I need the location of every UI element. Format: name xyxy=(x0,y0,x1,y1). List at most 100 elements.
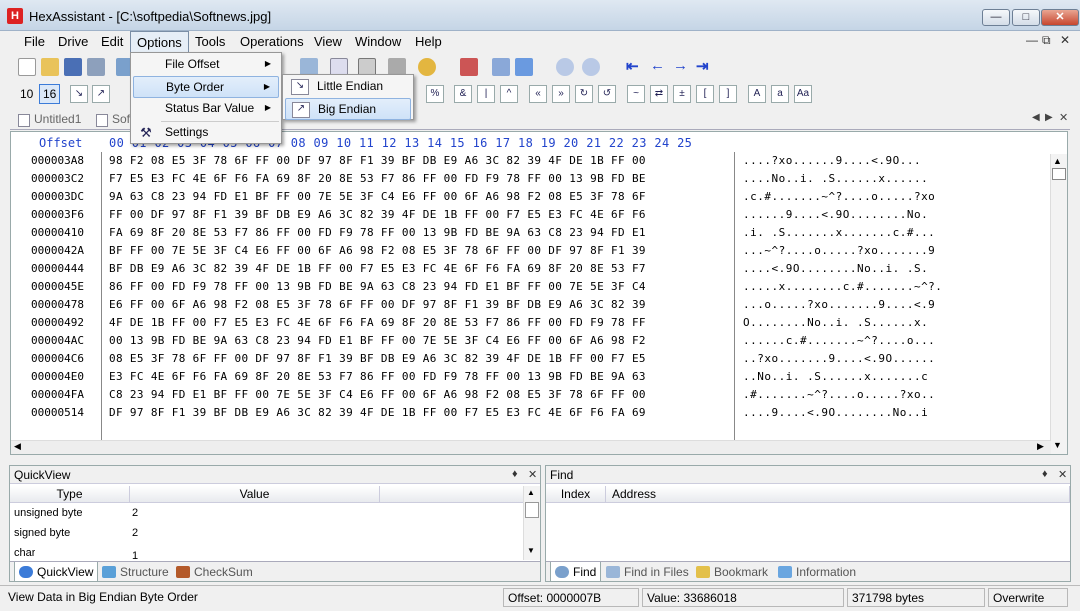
shift-right-icon[interactable]: » xyxy=(552,85,570,103)
scroll-thumb[interactable] xyxy=(525,502,539,518)
go-forward-icon[interactable]: → xyxy=(673,57,688,74)
hex-row[interactable]: 000003DC 9A 63 C8 23 94 FD E1 BF FF 00 7E… xyxy=(11,188,1051,206)
hex-row-ascii[interactable]: ....No..i. .S......x...... xyxy=(743,170,928,188)
tab-softnews[interactable]: Sof xyxy=(94,112,130,130)
tab-checksum[interactable]: CheckSum xyxy=(172,562,257,582)
hex-row-bytes[interactable]: C8 23 94 FD E1 BF FF 00 7E 5E 3F C4 E6 F… xyxy=(109,386,646,404)
hex-row[interactable]: 000003F6 FF 00 DF 97 8F F1 39 BF DB E9 A6… xyxy=(11,206,1051,224)
tab-untitled1[interactable]: Untitled1 xyxy=(16,112,81,130)
big-endian-icon[interactable]: ↗ xyxy=(92,85,110,103)
scroll-down-icon[interactable]: ▼ xyxy=(527,546,535,555)
hex-editor-view[interactable]: Offset 00 01 02 03 04 05 06 07 08 09 10 … xyxy=(10,131,1068,455)
menu-window[interactable]: Window xyxy=(355,34,401,49)
open-folder-icon[interactable] xyxy=(41,58,59,76)
search-next-icon[interactable] xyxy=(582,58,600,76)
base-10-button[interactable]: 10 xyxy=(20,87,33,101)
little-endian-icon[interactable]: ↘ xyxy=(70,85,88,103)
hex-row-ascii[interactable]: .c.#.......~^?....o.....?xo xyxy=(743,188,935,206)
hex-row-ascii[interactable]: ......c.#.......~^?....o... xyxy=(743,332,935,350)
hex-row[interactable]: 000004C6 08 E5 3F 78 6F FF 00 DF 97 8F F1… xyxy=(11,350,1051,368)
hex-row-ascii[interactable]: ...o.....?xo.......9....<.9 xyxy=(743,296,935,314)
hex-row-bytes[interactable]: F7 E5 E3 FC 4E 6F F6 FA 69 8F 20 8E 53 F… xyxy=(109,170,646,188)
base-16-button[interactable]: 16 xyxy=(39,84,61,104)
tab-close-icon[interactable]: ✕ xyxy=(1059,111,1068,124)
scroll-down-icon[interactable]: ▼ xyxy=(1053,440,1062,450)
vertical-scrollbar[interactable]: ▲ ▼ xyxy=(1050,154,1067,454)
scroll-thumb[interactable] xyxy=(1052,168,1066,180)
briefcase-icon[interactable] xyxy=(460,58,478,76)
lowercase-icon[interactable]: a xyxy=(771,85,789,103)
menu-options[interactable]: Options xyxy=(130,31,189,53)
hex-row-bytes[interactable]: E3 FC 4E 6F F6 FA 69 8F 20 8E 53 F7 86 F… xyxy=(109,368,646,386)
hex-row[interactable]: 00000410 FA 69 8F 20 8E 53 F7 86 FF 00 FD… xyxy=(11,224,1051,242)
hex-row-bytes[interactable]: E6 FF 00 6F A6 98 F2 08 E5 3F 78 6F FF 0… xyxy=(109,296,646,314)
percent-icon[interactable]: % xyxy=(426,85,444,103)
menu-drive[interactable]: Drive xyxy=(58,34,88,49)
hex-row-ascii[interactable]: .i. .S.......x.......c.#... xyxy=(743,224,935,242)
hex-row-ascii[interactable]: ....<.9O........No..i. .S. xyxy=(743,260,928,278)
hex-row-bytes[interactable]: DF 97 8F F1 39 BF DB E9 A6 3C 82 39 4F D… xyxy=(109,404,646,422)
horizontal-scrollbar[interactable]: ◀ ▶ xyxy=(11,440,1051,454)
hex-row-ascii[interactable]: ..No..i. .S......x.......c xyxy=(743,368,928,386)
invert-icon[interactable]: ~ xyxy=(627,85,645,103)
help-icon[interactable] xyxy=(418,58,436,76)
hex-row-ascii[interactable]: ....9....<.9O........No..i xyxy=(743,404,928,422)
or-icon[interactable]: | xyxy=(477,85,495,103)
address-column-header[interactable]: Address xyxy=(606,486,1070,503)
hex-row[interactable]: 0000042A BF FF 00 7E 5E 3F C4 E6 FF 00 6F… xyxy=(11,242,1051,260)
hex-row[interactable]: 000003A8 98 F2 08 E5 3F 78 6F FF 00 DF 97… xyxy=(11,152,1051,170)
menu-item-settings[interactable]: ⚒ Settings xyxy=(133,122,279,144)
hex-row[interactable]: 000004AC 00 13 9B FD BE 9A 63 C8 23 94 FD… xyxy=(11,332,1051,350)
tab-information[interactable]: Information xyxy=(774,562,860,582)
uppercase-icon[interactable]: A xyxy=(748,85,766,103)
pin-icon[interactable]: ♦ xyxy=(1042,468,1048,480)
and-icon[interactable]: & xyxy=(454,85,472,103)
hex-row-ascii[interactable]: ....?xo......9....<.9O... xyxy=(743,152,921,170)
menu-item-status-bar-value[interactable]: Status Bar Value ▶ xyxy=(133,98,279,120)
hex-row-bytes[interactable]: BF DB E9 A6 3C 82 39 4F DE 1B FF 00 F7 E… xyxy=(109,260,646,278)
rotate-right-icon[interactable]: ↺ xyxy=(598,85,616,103)
new-file-icon[interactable] xyxy=(18,58,36,76)
hex-row-ascii[interactable]: O........No..i. .S......x. xyxy=(743,314,928,332)
toggle-case-icon[interactable]: Aa xyxy=(794,85,812,103)
hex-row-bytes[interactable]: 08 E5 3F 78 6F FF 00 DF 97 8F F1 39 BF D… xyxy=(109,350,646,368)
index-column-header[interactable]: Index xyxy=(546,486,606,503)
pin-icon[interactable]: ♦ xyxy=(512,468,518,480)
bracket-right-icon[interactable]: ] xyxy=(719,85,737,103)
menu-item-little-endian[interactable]: ↘ Little Endian xyxy=(285,76,411,98)
menu-item-file-offset[interactable]: File Offset ▶ xyxy=(133,54,279,76)
menu-operations[interactable]: Operations xyxy=(240,34,304,49)
mdi-close-icon[interactable]: ✕ xyxy=(1060,33,1070,47)
tab-scroll-left-icon[interactable]: ◀ xyxy=(1032,112,1040,123)
hex-row-bytes[interactable]: 9A 63 C8 23 94 FD E1 BF FF 00 7E 5E 3F C… xyxy=(109,188,646,206)
menu-item-big-endian[interactable]: ↗ Big Endian xyxy=(285,98,411,120)
hex-row[interactable]: 00000478 E6 FF 00 6F A6 98 F2 08 E5 3F 78… xyxy=(11,296,1051,314)
document-icon[interactable] xyxy=(492,58,510,76)
hex-row[interactable]: 00000514 DF 97 8F F1 39 BF DB E9 A6 3C 82… xyxy=(11,404,1051,422)
value-column-header[interactable]: Value xyxy=(130,486,380,503)
quickview-scrollbar[interactable]: ▲ ▼ xyxy=(523,486,540,560)
negate-icon[interactable]: ± xyxy=(673,85,691,103)
hex-row-ascii[interactable]: ......9....<.9O........No. xyxy=(743,206,928,224)
bookmark-icon[interactable] xyxy=(515,58,533,76)
scroll-up-icon[interactable]: ▲ xyxy=(1053,156,1062,166)
hex-row-bytes[interactable]: FA 69 8F 20 8E 53 F7 86 FF 00 FD F9 78 F… xyxy=(109,224,646,242)
mdi-minimize-icon[interactable]: — xyxy=(1026,33,1038,47)
close-button[interactable]: ✕ xyxy=(1041,9,1079,26)
go-first-icon[interactable]: ⇤ xyxy=(626,57,639,75)
tab-scroll-right-icon[interactable]: ▶ xyxy=(1045,112,1053,123)
hex-row-bytes[interactable]: 98 F2 08 E5 3F 78 6F FF 00 DF 97 8F F1 3… xyxy=(109,152,646,170)
bracket-left-icon[interactable]: [ xyxy=(696,85,714,103)
tab-find[interactable]: Find xyxy=(550,562,602,582)
mdi-restore-icon[interactable]: ⧉ xyxy=(1042,33,1051,48)
hex-row-bytes[interactable]: 4F DE 1B FF 00 F7 E5 E3 FC 4E 6F F6 FA 6… xyxy=(109,314,646,332)
hex-row[interactable]: 000004FA C8 23 94 FD E1 BF FF 00 7E 5E 3F… xyxy=(11,386,1051,404)
hex-row-ascii[interactable]: ..?xo.......9....<.9O...... xyxy=(743,350,935,368)
tab-find-in-files[interactable]: Find in Files xyxy=(602,562,693,582)
scroll-left-icon[interactable]: ◀ xyxy=(14,441,21,452)
minimize-button[interactable]: — xyxy=(982,9,1010,26)
scroll-right-icon[interactable]: ▶ xyxy=(1037,441,1044,452)
hex-row-ascii[interactable]: ...~^?....o.....?xo.......9 xyxy=(743,242,935,260)
save-all-icon[interactable] xyxy=(87,58,105,76)
hex-row-bytes[interactable]: 86 FF 00 FD F9 78 FF 00 13 9B FD BE 9A 6… xyxy=(109,278,646,296)
